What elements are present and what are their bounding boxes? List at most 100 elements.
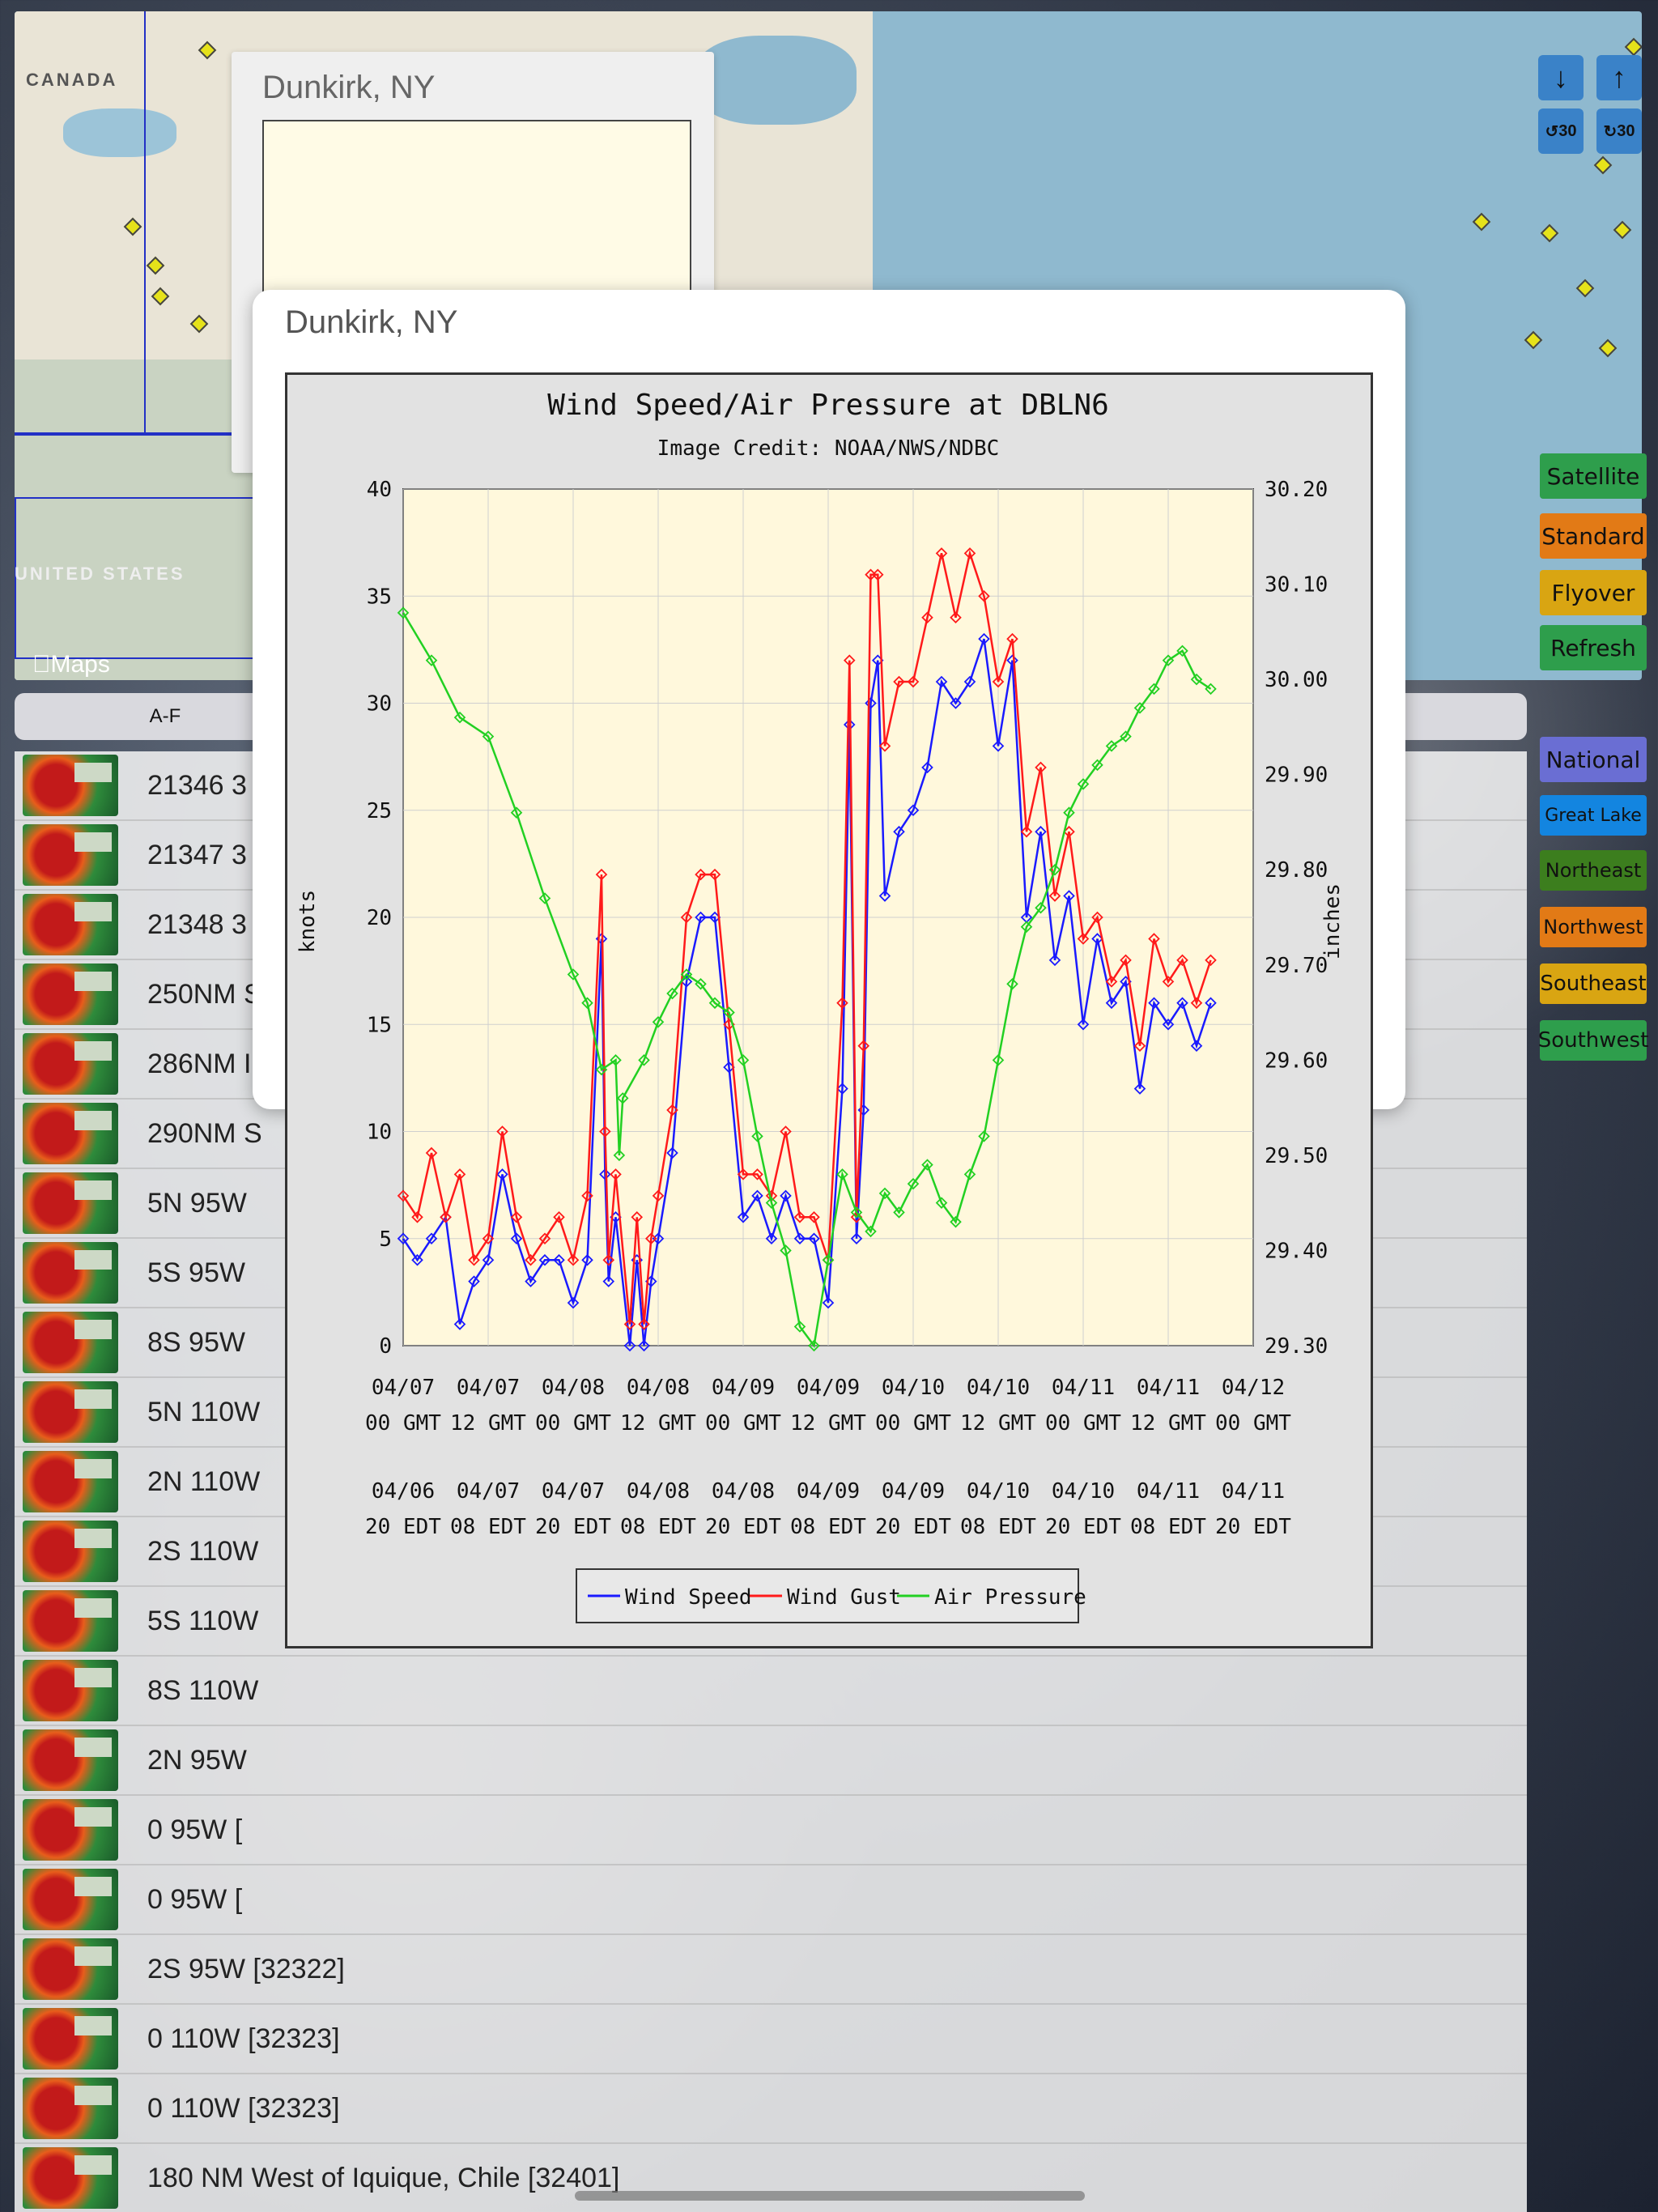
x-tick-time-edt: 20 EDT: [1045, 1515, 1121, 1539]
hurricane-thumbnail: [23, 824, 118, 886]
region-southwest-button[interactable]: Southwest: [1538, 1020, 1648, 1061]
y-tick-label: 25: [367, 799, 392, 823]
standard-button[interactable]: Standard: [1540, 513, 1647, 559]
rotate-left-30-icon[interactable]: ↺ 30: [1538, 108, 1584, 154]
map-label-united-states: UNITED STATES: [15, 564, 185, 584]
hurricane-thumbnail: [23, 1103, 118, 1164]
y2-axis-label: inches: [1320, 883, 1345, 959]
buoy-marker[interactable]: [1598, 338, 1618, 358]
x-tick-time-gmt: 00 GMT: [705, 1411, 781, 1436]
refresh-button[interactable]: Refresh: [1540, 625, 1647, 670]
hurricane-thumbnail: [23, 2147, 118, 2209]
list-item-label: 8S 95W: [147, 1326, 245, 1358]
list-item[interactable]: 2N 95W: [15, 1726, 1527, 1796]
hurricane-thumbnail: [23, 1660, 118, 1721]
y2-axis-ticks: 29.30 29.40 29.50 29.60 29.70 29.80 29.90 30.00…: [1265, 478, 1328, 1359]
list-item-label: 0 95W [: [147, 1883, 243, 1915]
map-callout-title: Dunkirk, NY: [262, 70, 436, 105]
region-northeast-button[interactable]: Northeast: [1540, 850, 1647, 891]
x-tick-date-edt: 04/09: [882, 1479, 945, 1504]
x-tick-date-gmt: 04/07: [457, 1376, 520, 1400]
list-item-label: 21348 3: [147, 908, 247, 940]
region-southeast-button[interactable]: Southeast: [1540, 963, 1647, 1004]
arrow-down-icon[interactable]: ↓: [1538, 55, 1584, 100]
region-national-button[interactable]: National: [1540, 737, 1647, 782]
region-northwest-button[interactable]: Northwest: [1540, 907, 1647, 947]
hurricane-thumbnail: [23, 1521, 118, 1582]
list-item[interactable]: 180 NM West of Iquique, Chile [32401]: [15, 2144, 1527, 2212]
chart-subtitle: Image Credit: NOAA/NWS/NDBC: [657, 436, 1000, 461]
y-tick-label: 30: [367, 692, 392, 717]
list-item[interactable]: 0 110W [32323]: [15, 2005, 1527, 2074]
list-item[interactable]: 0 95W [: [15, 1796, 1527, 1865]
x-tick-time-gmt: 00 GMT: [875, 1411, 951, 1436]
x-tick-time-gmt: 12 GMT: [960, 1411, 1036, 1436]
buoy-marker[interactable]: [1613, 220, 1632, 240]
list-item-label: 0 95W [: [147, 1814, 243, 1845]
region-great-lake-button[interactable]: Great Lake: [1540, 795, 1647, 836]
list-item[interactable]: 2S 95W [32322]: [15, 1935, 1527, 2005]
hurricane-thumbnail: [23, 894, 118, 955]
hurricane-thumbnail: [23, 1033, 118, 1095]
y2-tick-label: 29.40: [1265, 1239, 1328, 1263]
buoy-marker[interactable]: [1472, 212, 1491, 232]
list-item-label: 290NM S: [147, 1117, 262, 1149]
x-tick-time-gmt: 12 GMT: [450, 1411, 526, 1436]
list-item-label: 2N 95W: [147, 1744, 247, 1776]
x-tick-time-gmt: 00 GMT: [535, 1411, 611, 1436]
x-tick-time-edt: 20 EDT: [875, 1515, 951, 1539]
x-tick-date-edt: 04/11: [1137, 1479, 1200, 1504]
x-tick-date-edt: 04/06: [372, 1479, 435, 1504]
buoy-marker[interactable]: [1540, 223, 1559, 243]
x-tick-date-gmt: 04/10: [882, 1376, 945, 1400]
y2-tick-label: 29.50: [1265, 1144, 1328, 1168]
legend: Wind Speed Wind Gust Air Pressure: [576, 1568, 1086, 1623]
list-item[interactable]: 0 95W [: [15, 1865, 1527, 1935]
legend-air-pressure: Air Pressure: [934, 1585, 1086, 1610]
map-border-line: [15, 432, 257, 436]
x-tick-date-gmt: 04/07: [372, 1376, 435, 1400]
buoy-marker[interactable]: [1624, 37, 1642, 57]
x-tick-date-gmt: 04/09: [797, 1376, 860, 1400]
x-tick-date-edt: 04/08: [712, 1479, 775, 1504]
x-tick-time-gmt: 12 GMT: [1130, 1411, 1206, 1436]
x-tick-time-edt: 20 EDT: [535, 1515, 611, 1539]
map-label-canada: CANADA: [26, 70, 118, 90]
hurricane-thumbnail: [23, 1381, 118, 1443]
station-detail-modal[interactable]: Dunkirk, NY Wind Speed/Air Pressure at D…: [253, 290, 1405, 1648]
home-indicator[interactable]: [575, 2191, 1085, 2201]
y2-tick-label: 29.30: [1265, 1334, 1328, 1359]
list-item[interactable]: 0 110W [32323]: [15, 2074, 1527, 2144]
buoy-marker[interactable]: [1524, 330, 1543, 350]
buoy-marker[interactable]: [1575, 279, 1595, 298]
map-lake: [63, 108, 176, 157]
list-item-label: 8S 110W: [147, 1674, 259, 1706]
flyover-button[interactable]: Flyover: [1540, 570, 1647, 615]
arrow-up-icon[interactable]: ↑: [1596, 55, 1642, 100]
y2-tick-label: 30.20: [1265, 478, 1328, 502]
rotate-right-30-icon[interactable]: ↻ 30: [1596, 108, 1642, 154]
buoy-marker[interactable]: [1593, 155, 1613, 175]
y-axis-label: knots: [295, 890, 320, 953]
y2-tick-label: 29.90: [1265, 764, 1328, 788]
x-tick-date-edt: 04/07: [542, 1479, 605, 1504]
hurricane-thumbnail: [23, 2078, 118, 2139]
x-tick-date-gmt: 04/08: [627, 1376, 690, 1400]
list-item-label: 21346 3: [147, 769, 247, 801]
x-tick-date-gmt: 04/09: [712, 1376, 775, 1400]
x-tick-date-edt: 04/07: [457, 1479, 520, 1504]
satellite-button[interactable]: Satellite: [1540, 453, 1647, 499]
x-tick-date-gmt: 04/08: [542, 1376, 605, 1400]
list-item[interactable]: 8S 110W: [15, 1657, 1527, 1726]
list-item-label: 2S 110W: [147, 1535, 259, 1567]
y2-tick-label: 29.60: [1265, 1049, 1328, 1073]
x-tick-date-gmt: 04/10: [967, 1376, 1030, 1400]
list-item-label: 5S 95W: [147, 1257, 245, 1288]
hurricane-thumbnail: [23, 1312, 118, 1373]
x-tick-date-edt: 04/09: [797, 1479, 860, 1504]
x-tick-time-gmt: 00 GMT: [365, 1411, 441, 1436]
hurricane-thumbnail: [23, 1729, 118, 1791]
y-tick-label: 10: [367, 1121, 392, 1145]
y-tick-label: 0: [379, 1334, 392, 1359]
legend-wind-gust: Wind Gust: [787, 1585, 901, 1610]
